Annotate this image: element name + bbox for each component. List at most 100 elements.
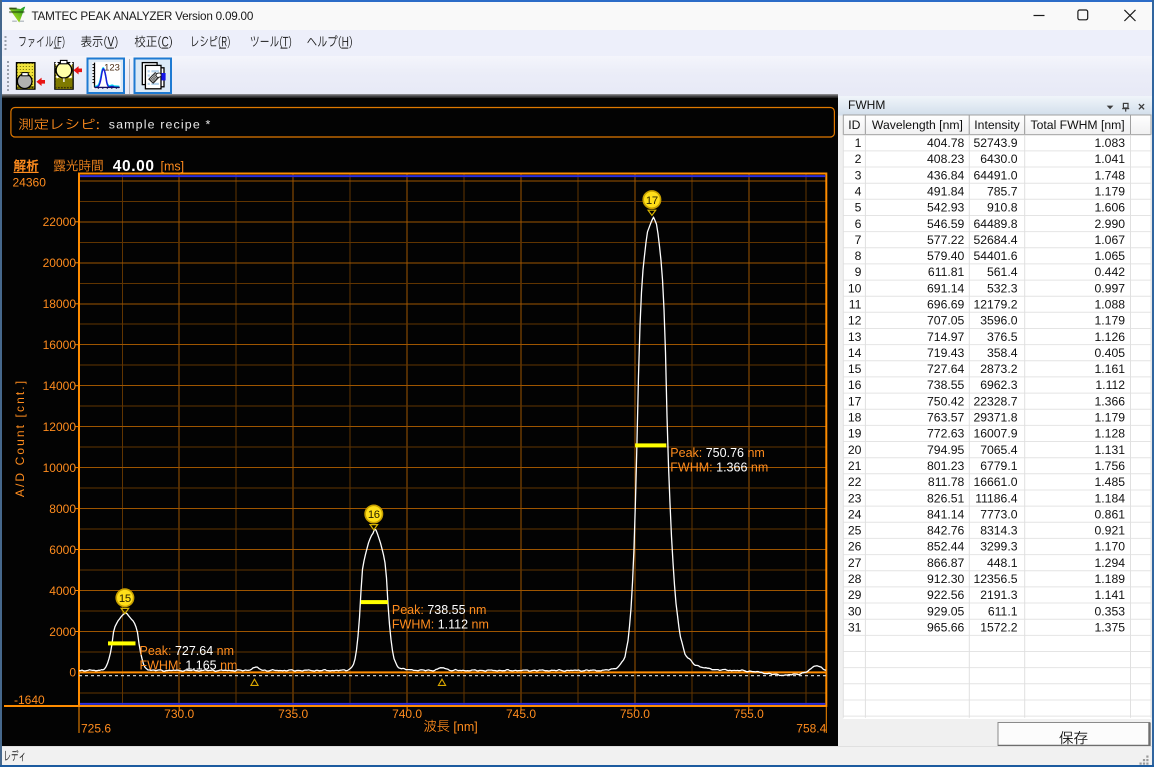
svg-text:Peak: 750.76 nm: Peak: 750.76 nm [670,446,765,460]
svg-text:1.748: 1.748 [1095,168,1126,182]
svg-text:25: 25 [848,524,862,538]
svg-text:404.78: 404.78 [927,136,964,150]
svg-text:52743.9: 52743.9 [973,136,1017,150]
svg-text:12: 12 [848,314,862,328]
svg-text:738.55: 738.55 [927,378,964,392]
svg-text:785.7: 785.7 [987,185,1018,199]
svg-text:561.4: 561.4 [987,265,1018,279]
svg-text:866.87: 866.87 [927,556,964,570]
svg-text:Intensity: Intensity [974,118,1020,132]
svg-text:1.170: 1.170 [1095,540,1126,554]
svg-text:811.78: 811.78 [928,475,965,489]
svg-text:6: 6 [855,217,862,231]
svg-text:21: 21 [848,459,862,473]
svg-text:22328.7: 22328.7 [973,394,1017,408]
svg-text:5: 5 [855,201,862,215]
svg-text:7773.0: 7773.0 [980,507,1017,521]
svg-text:6779.1: 6779.1 [980,459,1017,473]
svg-text:[ms]: [ms] [161,160,185,174]
svg-text:16: 16 [368,509,380,521]
svg-text:842.76: 842.76 [927,524,964,538]
svg-text:16661.0: 16661.0 [973,475,1017,489]
svg-text:9: 9 [855,265,862,279]
svg-text:1.366: 1.366 [1095,394,1126,408]
svg-text:FWHM: 1.366 nm: FWHM: 1.366 nm [670,461,768,475]
svg-text:1.126: 1.126 [1095,330,1126,344]
svg-text:1.041: 1.041 [1095,152,1126,166]
svg-text:FWHM: FWHM [848,98,885,112]
svg-text:801.23: 801.23 [927,459,964,473]
svg-text:16007.9: 16007.9 [973,427,1017,441]
svg-text:54401.6: 54401.6 [973,249,1017,263]
svg-text:14: 14 [848,346,862,360]
svg-text:6430.0: 6430.0 [980,152,1017,166]
svg-text:696.69: 696.69 [927,298,964,312]
svg-text:3299.3: 3299.3 [980,540,1017,554]
svg-text:1.179: 1.179 [1095,411,1126,425]
svg-text:12356.5: 12356.5 [973,572,1017,586]
svg-text:546.59: 546.59 [927,217,964,231]
svg-text:13: 13 [848,330,862,344]
svg-text:16: 16 [848,378,862,392]
svg-text:2000: 2000 [49,625,76,639]
svg-text:758.4: 758.4 [796,722,826,736]
svg-text:727.64: 727.64 [927,362,964,376]
svg-text:7: 7 [855,233,862,247]
svg-text:448.1: 448.1 [987,556,1018,570]
svg-text:19: 19 [848,427,862,441]
svg-text:2: 2 [855,152,862,166]
svg-text:[nm]: [nm] [453,720,477,734]
svg-text:0.861: 0.861 [1095,507,1126,521]
svg-text:3596.0: 3596.0 [980,314,1017,328]
svg-text:12000: 12000 [43,420,77,434]
svg-text:-1640: -1640 [14,693,45,707]
svg-text:24360: 24360 [13,176,47,190]
svg-text:FWHM: 1.165 nm: FWHM: 1.165 nm [140,659,238,673]
svg-text:15: 15 [848,362,862,376]
svg-text:912.30: 912.30 [927,572,964,586]
svg-text:24: 24 [848,507,862,521]
svg-text:40.00: 40.00 [113,158,155,175]
svg-text:750.42: 750.42 [927,394,964,408]
svg-text:611.1: 611.1 [988,604,1018,618]
svg-text:841.14: 841.14 [927,507,964,521]
svg-text:735.0: 735.0 [278,707,308,721]
svg-text:1.131: 1.131 [1095,443,1126,457]
svg-text:1.189: 1.189 [1095,572,1126,586]
svg-text:29: 29 [848,588,862,602]
svg-text:852.44: 852.44 [927,540,964,554]
svg-text:611.81: 611.81 [928,265,965,279]
svg-text:29371.8: 29371.8 [973,411,1017,425]
svg-text:714.97: 714.97 [927,330,964,344]
svg-text:20000: 20000 [43,256,77,270]
svg-text:1: 1 [855,136,862,150]
svg-text:4000: 4000 [49,584,76,598]
svg-text:772.63: 772.63 [927,427,964,441]
svg-text:1.606: 1.606 [1095,201,1126,215]
svg-text:0.442: 0.442 [1095,265,1126,279]
svg-text:1.065: 1.065 [1095,249,1126,263]
svg-text:2873.2: 2873.2 [980,362,1017,376]
svg-text:1.756: 1.756 [1095,459,1126,473]
svg-text:Peak: 738.55 nm: Peak: 738.55 nm [392,603,487,617]
svg-text:579.40: 579.40 [927,249,964,263]
svg-text:64489.8: 64489.8 [973,217,1017,231]
svg-text:1.083: 1.083 [1095,136,1126,150]
svg-text:6000: 6000 [49,543,76,557]
svg-text:ID: ID [848,118,860,132]
svg-text:577.22: 577.22 [927,233,964,247]
svg-text:8000: 8000 [49,502,76,516]
svg-text:910.8: 910.8 [987,201,1018,215]
svg-text:0: 0 [69,666,76,680]
svg-text:691.14: 691.14 [927,281,964,295]
svg-text:1.088: 1.088 [1095,298,1126,312]
svg-text:Wavelength [nm]: Wavelength [nm] [872,118,963,132]
svg-text:1572.2: 1572.2 [980,621,1017,635]
svg-text:376.5: 376.5 [987,330,1018,344]
svg-text:8: 8 [855,249,862,263]
svg-text:436.84: 436.84 [927,168,964,182]
svg-text:6962.3: 6962.3 [980,378,1017,392]
svg-text:763.57: 763.57 [927,411,964,425]
svg-text:12179.2: 12179.2 [973,298,1017,312]
svg-text:28: 28 [848,572,862,586]
